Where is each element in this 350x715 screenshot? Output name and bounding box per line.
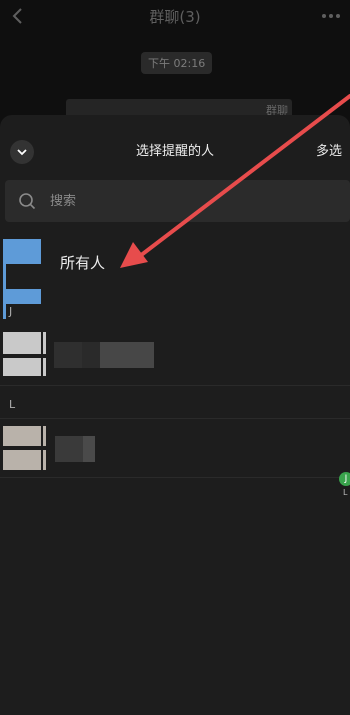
section-letter-l: L xyxy=(9,398,16,411)
section-letter-j: J xyxy=(9,305,13,318)
blurred-name xyxy=(55,436,83,462)
chat-title: 群聊(3) xyxy=(149,7,201,26)
chat-header: 群聊(3) xyxy=(0,0,350,34)
multi-select-button[interactable]: 多选 xyxy=(316,140,342,159)
sheet-title: 选择提醒的人 xyxy=(135,144,214,159)
everyone-row[interactable]: 所有人 xyxy=(0,228,350,319)
sheet-header: 选择提醒的人 多选 xyxy=(0,133,350,169)
back-icon[interactable] xyxy=(10,7,28,25)
everyone-avatar xyxy=(3,239,47,319)
search-box[interactable] xyxy=(5,180,350,222)
time-pill: 下午 02:16 xyxy=(141,52,213,74)
blurred-name xyxy=(82,342,100,368)
avatar xyxy=(3,332,47,376)
blurred-name xyxy=(54,342,82,368)
blurred-name xyxy=(83,436,95,462)
badge-sub-label: L xyxy=(343,488,348,497)
everyone-label: 所有人 xyxy=(60,254,106,272)
row-divider xyxy=(0,477,350,478)
blurred-name xyxy=(100,342,154,368)
status-badge: J xyxy=(339,472,350,486)
search-icon xyxy=(19,193,36,210)
contact-row-j[interactable] xyxy=(0,322,350,388)
avatar xyxy=(3,426,47,470)
row-divider xyxy=(0,385,350,386)
mention-sheet: 选择提醒的人 多选 所有人 J L xyxy=(0,115,350,715)
contact-row-l[interactable] xyxy=(0,416,350,482)
search-input[interactable] xyxy=(48,192,302,210)
more-icon[interactable] xyxy=(320,6,342,26)
